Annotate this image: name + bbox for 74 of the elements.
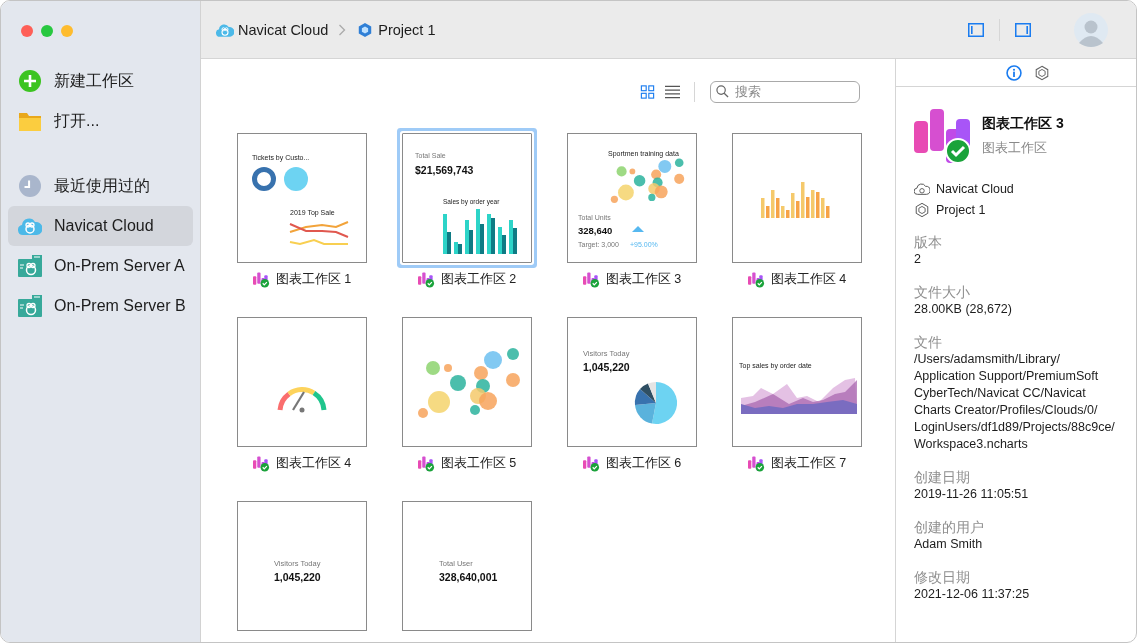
- workspace-label: 图表工作区 2: [440, 271, 517, 288]
- workspace-icon: [252, 271, 270, 288]
- sidebar-item[interactable]: 新建工作区: [8, 61, 193, 101]
- field-value: 2021-12-06 11:37:25: [914, 586, 1031, 603]
- sidebar-item[interactable]: On-Prem Server A: [8, 246, 193, 286]
- field-label: 文件大小: [914, 284, 971, 301]
- grid-view-icon[interactable]: [640, 85, 655, 99]
- workspace-label: 图表工作区 6: [605, 455, 682, 472]
- workspace-icon: [747, 271, 765, 288]
- field-label: 版本: [914, 234, 943, 251]
- list-view-icon[interactable]: [665, 85, 680, 99]
- thumbnail-text: 328,640: [578, 225, 613, 236]
- thumbnail-text: 328,640,001: [439, 571, 498, 583]
- thumbnail-text: $21,569,743: [415, 164, 474, 176]
- field-label: 文件: [914, 334, 943, 351]
- left-panel-icon[interactable]: [968, 22, 984, 37]
- field-value: 2: [914, 251, 922, 268]
- close-window-icon[interactable]: [21, 25, 33, 37]
- workspace-icon: [252, 455, 270, 472]
- workspace-label: 图表工作区 5: [440, 455, 517, 472]
- gauge-drawing: [277, 387, 327, 413]
- workspace-icon: [747, 455, 765, 472]
- thumbnail-text: 1,045,220: [583, 361, 630, 373]
- field-label: 修改日期: [914, 569, 971, 586]
- workspace-thumbnail[interactable]: [237, 317, 367, 447]
- workspace-label: 图表工作区 3: [605, 271, 682, 288]
- field-label: 创建日期: [914, 469, 971, 486]
- breadcrumb-item[interactable]: Navicat Cloud: [216, 21, 329, 38]
- field-label: 创建的用户: [914, 519, 985, 536]
- chevron-icon: [338, 23, 347, 36]
- workspace-icon: [914, 107, 970, 163]
- bar-chart-drawing: [761, 182, 830, 218]
- plus-icon: [18, 70, 42, 92]
- sidebar-item[interactable]: 最近使用过的: [8, 166, 193, 206]
- pie-chart-drawing: [634, 382, 678, 424]
- workspace-icon: [417, 455, 435, 472]
- thumbnail-text: 1,045,220: [274, 571, 321, 583]
- cloud-icon: [914, 181, 930, 197]
- up-triangle-icon: [632, 226, 644, 232]
- workspace-thumbnail[interactable]: [732, 133, 862, 263]
- workspace-label: 图表工作区 7: [770, 455, 847, 472]
- workspace-thumbnail[interactable]: [402, 317, 532, 447]
- server-icon: [18, 295, 42, 317]
- workspace-icon: [582, 271, 600, 288]
- donut-chart-drawing: [252, 167, 308, 191]
- workspace-icon: [582, 455, 600, 472]
- workspace-label: 图表工作区 4: [770, 271, 847, 288]
- breadcrumb-item[interactable]: Project 1: [356, 21, 436, 38]
- workspace-label: 图表工作区 4: [275, 455, 352, 472]
- info-icon[interactable]: [1005, 64, 1022, 81]
- folder-icon: [18, 110, 42, 132]
- sidebar-item[interactable]: 打开...: [8, 101, 193, 141]
- field-value: /Users/adamsmith/Library/Application Support/PremiumSoft CyberTech/Navicat CC/Navicat Charts Creator/Profiles/Clouds/0/LoginUsers/df1d89/Projects/88c9ce/Workspace3.ncharts: [914, 351, 1116, 453]
- workspace-title: 图表工作区 3: [982, 115, 1064, 133]
- hexagon-icon[interactable]: [1033, 64, 1050, 81]
- search-icon: [716, 85, 729, 98]
- sidebar-item[interactable]: On-Prem Server B: [8, 286, 193, 326]
- line-chart-drawing: [289, 221, 349, 246]
- workspace-label: 图表工作区 1: [275, 271, 352, 288]
- workspace-type: 图表工作区: [982, 139, 1048, 157]
- clock-icon: [18, 175, 42, 197]
- cloud-icon: [216, 21, 234, 38]
- sidebar-item[interactable]: Navicat Cloud: [8, 206, 193, 246]
- server-icon: [18, 255, 42, 277]
- minimize-window-icon[interactable]: [41, 25, 53, 37]
- search-field[interactable]: 搜索: [710, 81, 860, 103]
- location-text: Navicat Cloud: [936, 182, 1014, 196]
- field-value: 2019-11-26 11:05:51: [914, 486, 1030, 503]
- right-panel-icon[interactable]: [1015, 22, 1031, 37]
- workspace-icon: [417, 271, 435, 288]
- field-value: 28.00KB (28,672): [914, 301, 1013, 318]
- location-text: Project 1: [936, 203, 986, 217]
- hexagon-icon: [914, 202, 930, 218]
- field-value: Adam Smith: [914, 536, 984, 553]
